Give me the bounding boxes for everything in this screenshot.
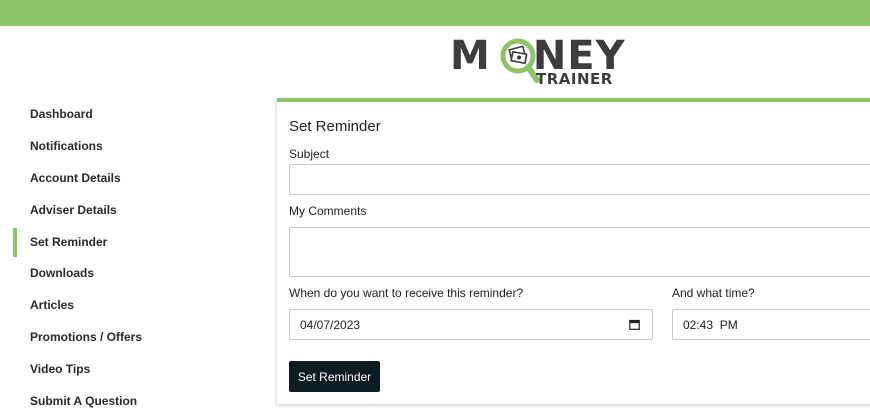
sidebar-item-label: Dashboard xyxy=(30,106,93,121)
time-value: 02:43 PM xyxy=(683,317,738,332)
sidebar-item-dashboard[interactable]: Dashboard xyxy=(0,98,260,130)
time-label: And what time? xyxy=(672,286,755,300)
sidebar-item-label: Set Reminder xyxy=(30,234,108,249)
date-value: 04/07/2023 xyxy=(300,317,361,332)
sidebar-item-video-tips[interactable]: Video Tips xyxy=(0,353,260,385)
sidebar-item-promotions-offers[interactable]: Promotions / Offers xyxy=(0,321,260,353)
date-label: When do you want to receive this reminde… xyxy=(289,286,524,300)
sidebar-item-label: Video Tips xyxy=(30,362,91,377)
sidebar-item-notifications[interactable]: Notifications xyxy=(0,130,260,162)
reminder-date-input[interactable]: 04/07/2023 xyxy=(289,309,653,340)
sidebar-item-submit-a-question[interactable]: Submit A Question xyxy=(0,385,260,417)
sidebar-item-downloads[interactable]: Downloads xyxy=(0,257,260,289)
logo-subtitle: TRAINER xyxy=(536,70,613,88)
logo-letter-m: M xyxy=(450,33,491,79)
subject-label: Subject xyxy=(289,147,330,161)
sidebar-item-label: Notifications xyxy=(30,138,103,153)
sidebar-item-label: Adviser Details xyxy=(30,202,117,217)
set-reminder-button[interactable]: Set Reminder xyxy=(289,361,380,392)
panel-title: Set Reminder xyxy=(289,118,381,135)
sidebar-nav: Dashboard Notifications Account Details … xyxy=(0,98,260,417)
top-accent-bar xyxy=(0,0,870,26)
sidebar-item-account-details[interactable]: Account Details xyxy=(0,162,260,194)
money-trainer-logo[interactable]: M NEY TRAINER xyxy=(450,33,625,90)
comments-label: My Comments xyxy=(289,204,367,218)
sidebar-item-label: Promotions / Offers xyxy=(30,330,143,345)
comments-textarea[interactable] xyxy=(289,227,870,277)
sidebar-item-label: Submit A Question xyxy=(30,393,138,408)
sidebar-item-set-reminder[interactable]: Set Reminder xyxy=(0,226,260,258)
subject-input[interactable] xyxy=(289,164,870,195)
sidebar-item-label: Downloads xyxy=(30,266,95,281)
sidebar-item-adviser-details[interactable]: Adviser Details xyxy=(0,194,260,226)
reminder-time-input[interactable]: 02:43 PM xyxy=(672,309,870,340)
sidebar-item-label: Articles xyxy=(30,298,75,313)
sidebar-item-articles[interactable]: Articles xyxy=(0,289,260,321)
set-reminder-panel: Set Reminder Subject My Comments When do… xyxy=(277,98,870,404)
calendar-icon[interactable] xyxy=(629,319,640,330)
sidebar-item-label: Account Details xyxy=(30,170,121,185)
